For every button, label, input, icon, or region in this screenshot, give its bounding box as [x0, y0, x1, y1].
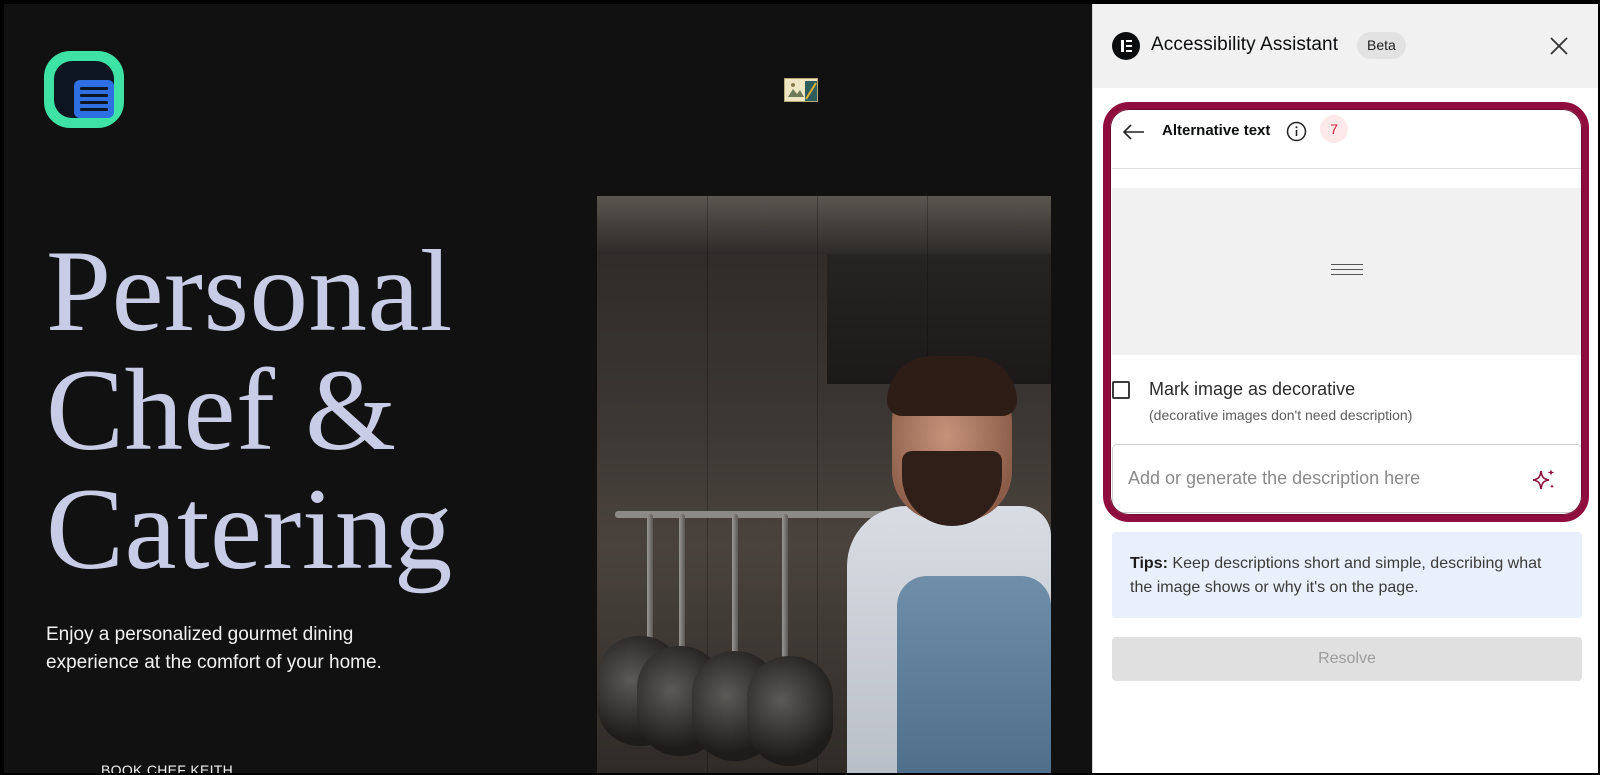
arrow-left-icon	[1122, 124, 1144, 140]
close-icon	[1550, 37, 1568, 55]
website-preview: Personal Chef & Catering Enjoy a persona…	[4, 4, 1092, 773]
resolve-button[interactable]: Resolve	[1112, 637, 1582, 681]
app-frame: Personal Chef & Catering Enjoy a persona…	[0, 0, 1600, 775]
photo-pan-handle	[782, 514, 788, 664]
hero-subtitle: Enjoy a personalized gourmet dining expe…	[46, 621, 406, 677]
hero-title: Personal Chef & Catering	[46, 232, 566, 589]
hero-subtitle-line: experience at the comfort of your home.	[46, 652, 382, 673]
back-button[interactable]	[1122, 122, 1146, 142]
elementor-logo-icon	[1112, 32, 1140, 60]
photo-pan-handle	[679, 514, 685, 664]
book-chef-link[interactable]: BOOK CHEF KEITH	[101, 762, 233, 773]
hero-title-line: Personal	[46, 227, 453, 356]
issue-count-badge: 7	[1320, 115, 1348, 143]
accessibility-assistant-panel: Accessibility Assistant Beta Alternative…	[1092, 4, 1598, 773]
close-button[interactable]	[1547, 34, 1571, 58]
alt-text-section-header: Alternative text 7	[1112, 112, 1582, 169]
panel-header: Accessibility Assistant Beta	[1093, 4, 1598, 88]
panel-title: Accessibility Assistant	[1151, 34, 1339, 55]
image-preview	[1112, 188, 1582, 355]
photo-hood	[597, 196, 1051, 254]
hero-title-line: Chef &	[46, 346, 397, 475]
tips-box: Tips: Keep descriptions short and simple…	[1112, 532, 1582, 618]
photo-pan	[747, 656, 833, 766]
logo-document	[74, 80, 114, 118]
generate-description-button[interactable]	[1531, 467, 1557, 493]
ai-sparkle-icon	[1532, 469, 1555, 490]
description-field	[1112, 444, 1582, 513]
photo-pan-rail	[615, 511, 915, 518]
decorative-checkbox[interactable]	[1112, 381, 1130, 399]
accessibility-document-icon[interactable]	[44, 51, 124, 128]
logo-inner	[54, 61, 114, 118]
photo-chef-apron	[897, 576, 1051, 773]
info-icon[interactable]	[1286, 121, 1307, 142]
tips-label: Tips:	[1130, 555, 1168, 572]
chef-photo	[597, 196, 1051, 773]
decorative-hint: (decorative images don't need descriptio…	[1149, 407, 1413, 423]
tips-text: Keep descriptions short and simple, desc…	[1130, 555, 1542, 596]
beta-badge: Beta	[1357, 32, 1406, 59]
section-title: Alternative text	[1162, 122, 1271, 139]
decorative-label[interactable]: Mark image as decorative	[1149, 379, 1355, 400]
image-placeholder-icon	[1331, 264, 1363, 279]
hero-subtitle-line: Enjoy a personalized gourmet dining	[46, 624, 354, 645]
broken-image-icon[interactable]	[784, 78, 818, 102]
decorative-option: Mark image as decorative (decorative ima…	[1112, 376, 1582, 426]
description-input[interactable]	[1128, 445, 1508, 511]
photo-chef-hair	[887, 356, 1017, 416]
photo-pan-handle	[732, 514, 738, 664]
hero-title-line: Catering	[46, 465, 453, 594]
